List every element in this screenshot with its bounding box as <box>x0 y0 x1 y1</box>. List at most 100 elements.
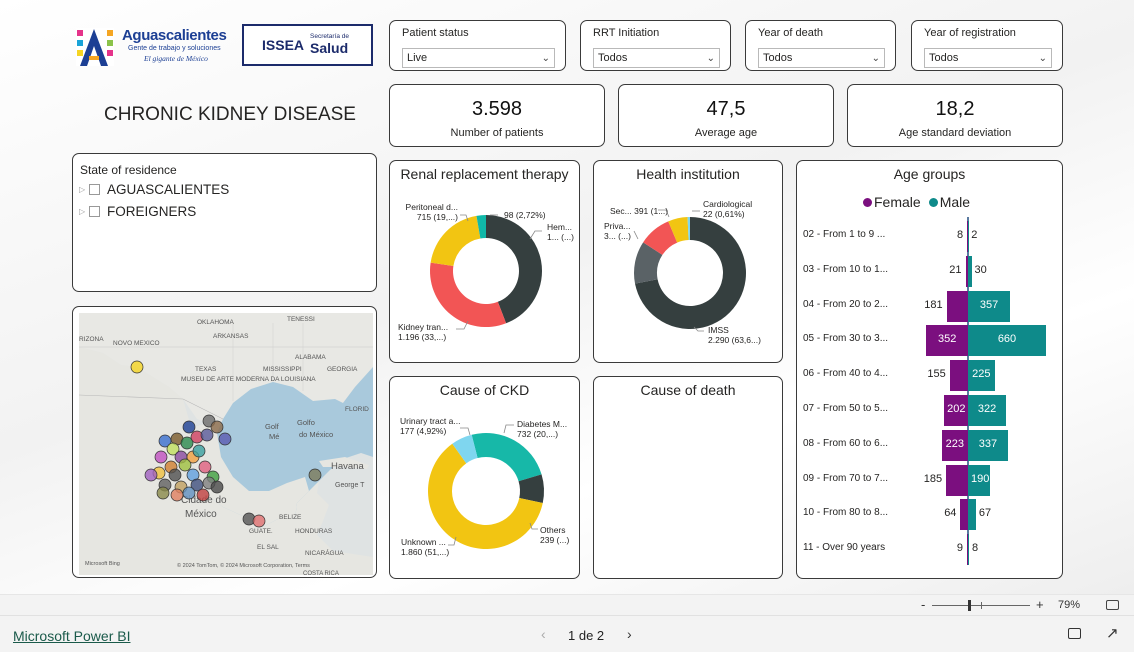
state-of-residence-slicer[interactable]: State of residence ▷ AGUASCALIENTES ▷ FO… <box>72 153 377 292</box>
map-place-label: EL SAL <box>257 544 279 551</box>
checkbox[interactable] <box>89 184 100 195</box>
kpi-number-of-patients: 3.598 Number of patients <box>389 84 605 147</box>
cause-of-ckd-chart[interactable]: Cause of CKD Urinary tract a... 177 (4,92… <box>389 376 580 579</box>
bing-credit: Microsoft Bing <box>85 561 120 567</box>
map-point[interactable] <box>210 420 224 434</box>
age-group-label: 07 - From 50 to 5... <box>803 403 889 414</box>
map-point[interactable] <box>252 514 266 528</box>
slicer-rrt-initiation[interactable]: RRT Initiation Todos ⌄ <box>580 20 731 71</box>
age-group-label: 06 - From 40 to 4... <box>803 368 889 380</box>
map-point[interactable] <box>182 420 196 434</box>
male-bar[interactable] <box>968 499 976 531</box>
map-place-label: México <box>185 509 217 520</box>
female-value-label: 181 <box>924 298 943 311</box>
kpi-average-age: 47,5 Average age <box>618 84 834 147</box>
zoom-slider[interactable] <box>932 600 1030 611</box>
map-point[interactable] <box>156 486 170 500</box>
map-visual[interactable]: OKLAHOMA TENESSI ARKANSAS RIZONA NOVO MEXICO… <box>72 306 377 578</box>
map-point[interactable] <box>210 480 224 494</box>
map-place-label: BELIZE <box>279 514 302 521</box>
renal-label-hem: Hem... 1... (...) <box>547 222 574 242</box>
female-bar[interactable] <box>946 290 968 322</box>
map-point[interactable] <box>178 458 192 472</box>
share-icon[interactable] <box>1068 628 1081 639</box>
checkbox[interactable] <box>89 206 100 217</box>
map-place-label: HONDURAS <box>295 528 333 535</box>
slicer-selected-value: Todos <box>763 52 793 64</box>
prev-page-icon[interactable]: ‹ <box>541 626 546 642</box>
map-point[interactable] <box>198 460 212 474</box>
map-place-label: do México <box>299 430 333 439</box>
issea-logo: ISSEA Secretaría de Salud <box>242 24 373 66</box>
map-point[interactable] <box>170 488 184 502</box>
renal-therapy-chart[interactable]: Renal replacement therapy Peritoneal d..… <box>389 160 580 363</box>
chevron-down-icon: ⌄ <box>541 52 550 64</box>
leader-line <box>503 424 514 434</box>
health-institution-chart[interactable]: Health institution Sec... 391 (1...) Car… <box>593 160 783 363</box>
map-point[interactable] <box>144 468 158 482</box>
map-point[interactable] <box>154 450 168 464</box>
legend-dot-icon <box>928 197 938 207</box>
slicer-year-of-registration[interactable]: Year of registration Todos ⌄ <box>911 20 1063 71</box>
donut-slice[interactable] <box>471 433 542 482</box>
map-point[interactable] <box>130 360 144 374</box>
fullscreen-icon[interactable]: ↗ <box>1106 624 1119 642</box>
map-point[interactable] <box>196 488 210 502</box>
chevron-down-icon: ⌄ <box>1038 52 1047 64</box>
zoom-slider-thumb[interactable] <box>968 600 971 611</box>
chevron-right-icon[interactable]: ▷ <box>79 207 89 216</box>
donut-slice[interactable] <box>430 215 481 267</box>
state-item-aguascalientes[interactable]: ▷ AGUASCALIENTES <box>79 182 229 197</box>
map-point[interactable] <box>168 468 182 482</box>
age-groups-chart[interactable]: Age groups Female Male 02 - From 1 to 9 … <box>796 160 1063 579</box>
map-place-label: ARKANSAS <box>213 333 249 340</box>
slicer-selected-value: Todos <box>929 52 959 64</box>
donut-slice[interactable] <box>430 262 507 327</box>
state-item-foreigners[interactable]: ▷ FOREIGNERS <box>79 204 196 219</box>
fit-to-page-icon[interactable] <box>1106 600 1119 610</box>
male-bar[interactable] <box>968 534 969 566</box>
slicer-year-of-death[interactable]: Year of death Todos ⌄ <box>745 20 896 71</box>
slicer-dropdown[interactable]: Todos ⌄ <box>758 48 885 68</box>
female-bar[interactable] <box>949 360 968 392</box>
cause-of-death-chart[interactable]: Cause of death <box>593 376 783 579</box>
label-line-1: Kidney tran... <box>398 322 449 332</box>
power-bi-link[interactable]: Microsoft Power BI <box>13 628 130 644</box>
state-item-label: FOREIGNERS <box>107 204 197 219</box>
chevron-right-icon[interactable]: ▷ <box>79 185 89 194</box>
male-bar[interactable] <box>968 255 972 287</box>
legend-item-male[interactable]: Male <box>928 194 970 210</box>
zoom-slider-tick <box>981 602 982 609</box>
map-point[interactable] <box>218 432 232 446</box>
map-point[interactable] <box>182 486 196 500</box>
slicer-selected-value: Todos <box>598 52 628 64</box>
legend-item-female[interactable]: Female <box>863 194 921 210</box>
slicer-dropdown[interactable]: Live ⌄ <box>402 48 555 68</box>
zoom-out-button[interactable]: - <box>921 597 925 612</box>
female-bar[interactable] <box>946 464 968 496</box>
zoom-in-button[interactable]: + <box>1036 597 1044 612</box>
map-point[interactable] <box>192 444 206 458</box>
kpi-age-std-dev: 18,2 Age standard deviation <box>847 84 1063 147</box>
female-bar[interactable] <box>960 499 968 531</box>
map-place-label: TEXAS <box>195 366 217 373</box>
slicer-dropdown[interactable]: Todos ⌄ <box>593 48 720 68</box>
legend: Female Male <box>863 194 970 210</box>
ckd-label-unknown: Unknown ... 1.860 (51,...) <box>401 537 449 557</box>
renal-label-kidney: Kidney tran... 1.196 (33,...) <box>398 322 448 342</box>
map-canvas[interactable]: OKLAHOMA TENESSI ARKANSAS RIZONA NOVO MEXICO… <box>73 307 377 578</box>
kpi-label: Age standard deviation <box>898 127 1012 139</box>
slicer-patient-status[interactable]: Patient status Live ⌄ <box>389 20 566 71</box>
map-place-label: NICARÁGUA <box>305 548 344 557</box>
next-page-icon[interactable]: › <box>627 626 632 642</box>
map-point[interactable] <box>308 468 322 482</box>
slicer-dropdown[interactable]: Todos ⌄ <box>924 48 1052 68</box>
logo1-title: Aguascalientes <box>122 27 227 44</box>
map-point[interactable] <box>200 428 214 442</box>
label-line-1: Urinary tract a... <box>400 416 461 426</box>
female-value-label: 8 <box>956 229 964 241</box>
logo1-subtitle: Gente de trabajo y soluciones <box>128 45 221 52</box>
age-group-label: 09 - From 70 to 7... <box>803 472 889 484</box>
map-place-label: Mé <box>269 432 279 441</box>
chevron-down-icon: ⌄ <box>871 52 880 64</box>
